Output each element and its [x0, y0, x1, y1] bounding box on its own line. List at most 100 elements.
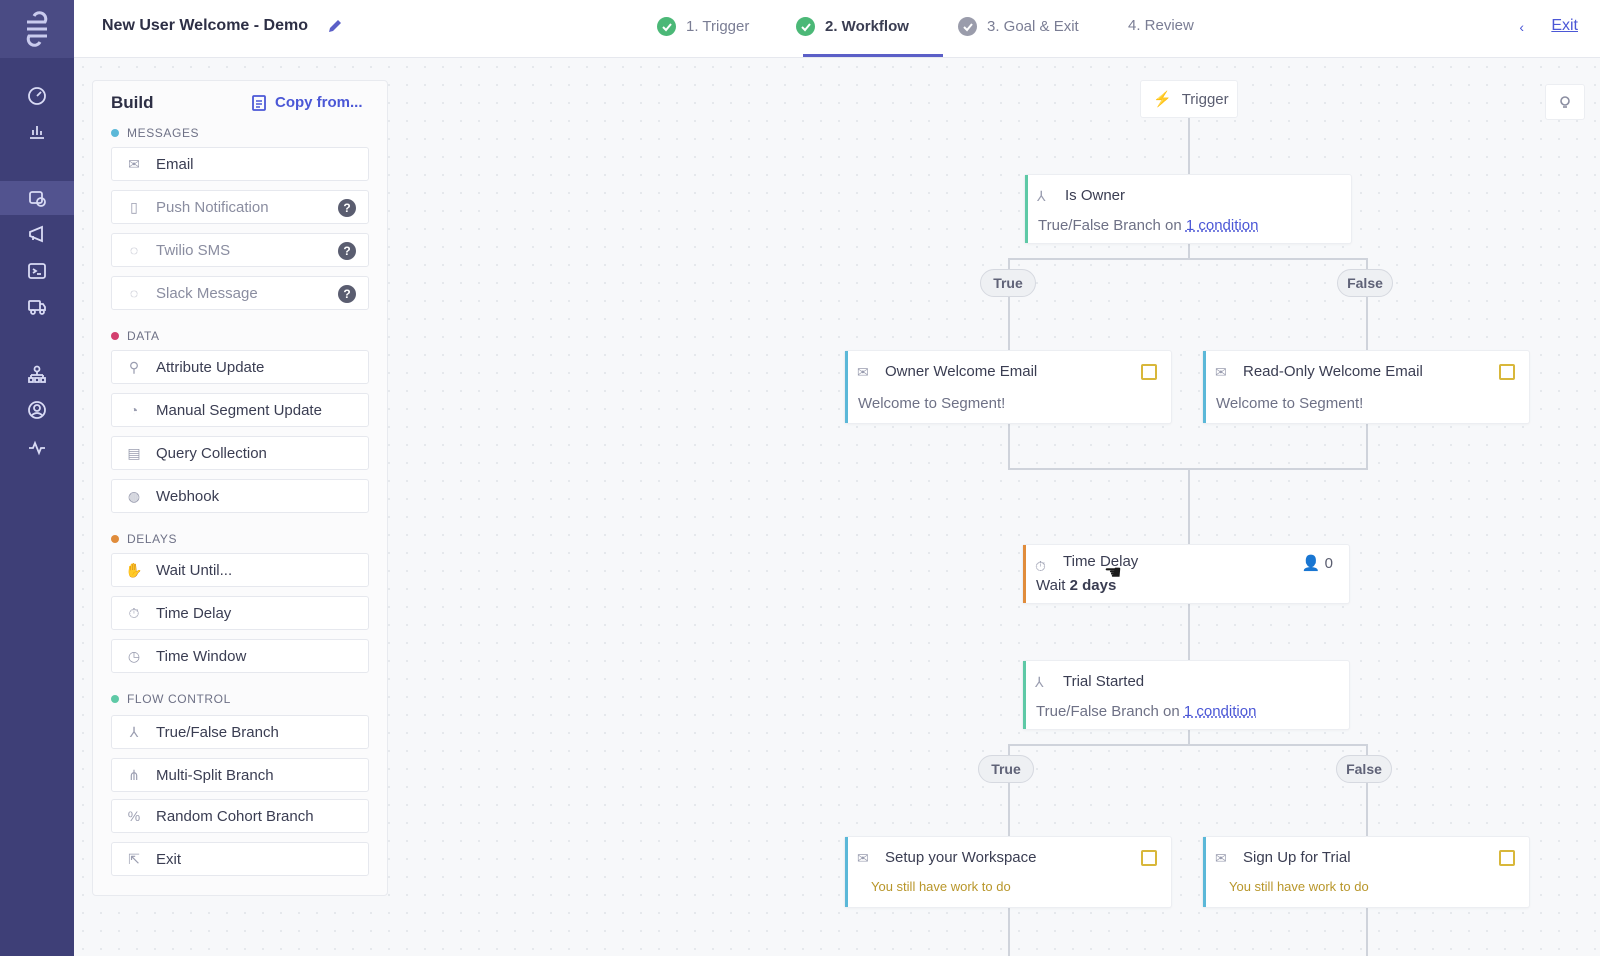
org-chart-icon[interactable] — [0, 357, 74, 391]
panel-item-slack-message[interactable]: ◌ Slack Message ? — [111, 276, 369, 310]
stopwatch-icon: ⏱ — [1035, 558, 1046, 574]
activity-icon[interactable] — [0, 431, 74, 465]
connector-line — [1008, 908, 1010, 956]
clipboard-icon — [252, 95, 266, 111]
panel-item-push-notification[interactable]: ▯ Push Notification ? — [111, 190, 369, 224]
copy-from-button[interactable]: Copy from... — [251, 93, 363, 111]
segment-logo-icon — [26, 11, 48, 47]
panel-item-time-window[interactable]: ◷ Time Window — [111, 639, 369, 673]
help-icon[interactable]: ? — [338, 242, 356, 260]
step-trigger[interactable]: 1. Trigger — [657, 17, 749, 36]
lightbulb-icon[interactable] — [1545, 84, 1585, 120]
sms-icon: ◌ — [129, 242, 139, 258]
panel-item-webhook[interactable]: ◍ Webhook — [111, 479, 369, 513]
node-title: Owner Welcome Email — [885, 363, 1038, 380]
panel-item-label: Multi-Split Branch — [156, 766, 274, 784]
connector-line — [1366, 908, 1368, 956]
check-circle-icon — [796, 17, 815, 36]
connector-line — [1188, 468, 1190, 544]
connector-line — [1188, 604, 1190, 662]
section-label: DELAYS — [127, 532, 178, 546]
node-is-owner[interactable]: ⅄ Is Owner True/False Branch on 1 condit… — [1024, 174, 1352, 244]
note-icon[interactable] — [1499, 850, 1515, 866]
panel-item-twilio-sms[interactable]: ◌ Twilio SMS ? — [111, 233, 369, 267]
node-subtitle: Welcome to Segment! — [858, 395, 1006, 412]
step-label: 1. Trigger — [686, 18, 750, 35]
trigger-node[interactable]: ⚡ Trigger — [1140, 80, 1238, 118]
envelope-icon: ✉ — [1215, 850, 1227, 866]
panel-item-time-delay[interactable]: ⏱ Time Delay — [111, 596, 369, 630]
panel-item-email[interactable]: ✉ Email — [111, 147, 369, 181]
delivery-icon[interactable] — [0, 290, 74, 324]
node-title: Trial Started — [1063, 673, 1145, 690]
user-count: 👤 0 — [1301, 555, 1333, 572]
condition-link[interactable]: 1 condition — [1184, 703, 1257, 720]
note-icon[interactable] — [1141, 364, 1157, 380]
node-owner-welcome-email[interactable]: ✉ Owner Welcome Email Welcome to Segment… — [844, 350, 1172, 424]
panel-item-label: Push Notification — [156, 198, 269, 216]
panel-item-query-collection[interactable]: ▤ Query Collection — [111, 436, 369, 470]
check-circle-icon — [657, 17, 676, 36]
section-label: DATA — [127, 329, 160, 343]
dashboard-icon[interactable] — [0, 78, 74, 112]
step-workflow[interactable]: 2. Workflow — [796, 17, 909, 36]
branch-true-pill: True — [978, 755, 1034, 783]
step-review[interactable]: 4. Review — [1128, 17, 1194, 34]
active-step-indicator — [803, 54, 943, 57]
multi-branch-icon: ⋔ — [128, 766, 140, 783]
campaigns-icon[interactable] — [0, 217, 74, 251]
panel-item-label: Random Cohort Branch — [156, 807, 314, 825]
flow-control-dot — [111, 695, 119, 703]
node-title: Setup your Workspace — [885, 849, 1037, 866]
envelope-icon: ✉ — [857, 850, 869, 866]
branch-icon: ⅄ — [129, 723, 139, 740]
node-trial-started[interactable]: ⅄ Trial Started True/False Branch on 1 c… — [1022, 660, 1350, 730]
section-data: DATA — [111, 329, 160, 343]
node-time-delay[interactable]: ⏱ Time Delay Wait 2 days 👤 0 — [1022, 544, 1350, 604]
panel-item-label: Slack Message — [156, 284, 258, 302]
node-read-only-welcome-email[interactable]: ✉ Read-Only Welcome Email Welcome to Seg… — [1202, 350, 1530, 424]
node-warning: You still have work to do — [1229, 879, 1369, 894]
chat-icon: ◌ — [129, 285, 139, 301]
node-title: Time Delay — [1063, 553, 1139, 570]
section-label: MESSAGES — [127, 126, 200, 140]
help-icon[interactable]: ? — [338, 285, 356, 303]
condition-link[interactable]: 1 condition — [1186, 217, 1259, 234]
connector-line — [1008, 744, 1368, 746]
branch-false-pill: False — [1337, 269, 1393, 297]
branch-false-pill: False — [1336, 755, 1392, 783]
note-icon[interactable] — [1141, 850, 1157, 866]
analytics-icon[interactable] — [0, 114, 74, 148]
page-title: New User Welcome - Demo — [102, 17, 308, 34]
panel-item-wait-until[interactable]: ✋ Wait Until... — [111, 553, 369, 587]
connector-line — [1188, 730, 1190, 744]
node-setup-workspace[interactable]: ✉ Setup your Workspace You still have wo… — [844, 836, 1172, 908]
node-subtitle: True/False Branch on 1 condition — [1036, 703, 1257, 720]
panel-item-label: Time Window — [156, 647, 247, 665]
note-icon[interactable] — [1499, 364, 1515, 380]
panel-item-manual-segment-update[interactable]: ◔ Manual Segment Update — [111, 393, 369, 427]
step-goal-exit[interactable]: 3. Goal & Exit — [958, 17, 1079, 36]
check-circle-icon — [958, 17, 977, 36]
terminal-icon[interactable] — [0, 254, 74, 288]
step-label: 3. Goal & Exit — [987, 18, 1079, 35]
panel-item-true-false-branch[interactable]: ⅄ True/False Branch — [111, 715, 369, 749]
help-icon[interactable]: ? — [338, 199, 356, 217]
profile-icon[interactable] — [0, 393, 74, 427]
panel-item-multi-split-branch[interactable]: ⋔ Multi-Split Branch — [111, 758, 369, 792]
hand-icon: ✋ — [125, 561, 143, 578]
segment-logo[interactable] — [0, 0, 74, 58]
node-sign-up-for-trial[interactable]: ✉ Sign Up for Trial You still have work … — [1202, 836, 1530, 908]
journeys-icon[interactable] — [0, 181, 74, 215]
user-edit-icon: ⚲ — [128, 358, 140, 375]
step-label: 4. Review — [1128, 17, 1194, 34]
delays-dot — [111, 535, 119, 543]
pencil-icon[interactable] — [326, 17, 344, 40]
panel-item-exit[interactable]: ⇱ Exit — [111, 842, 369, 876]
panel-item-random-cohort-branch[interactable]: % Random Cohort Branch — [111, 799, 369, 833]
panel-item-attribute-update[interactable]: ⚲ Attribute Update — [111, 350, 369, 384]
exit-link[interactable]: Exit — [1551, 17, 1578, 35]
messages-dot — [111, 129, 119, 137]
node-title: Is Owner — [1065, 187, 1126, 204]
panel-item-label: Query Collection — [156, 444, 267, 462]
